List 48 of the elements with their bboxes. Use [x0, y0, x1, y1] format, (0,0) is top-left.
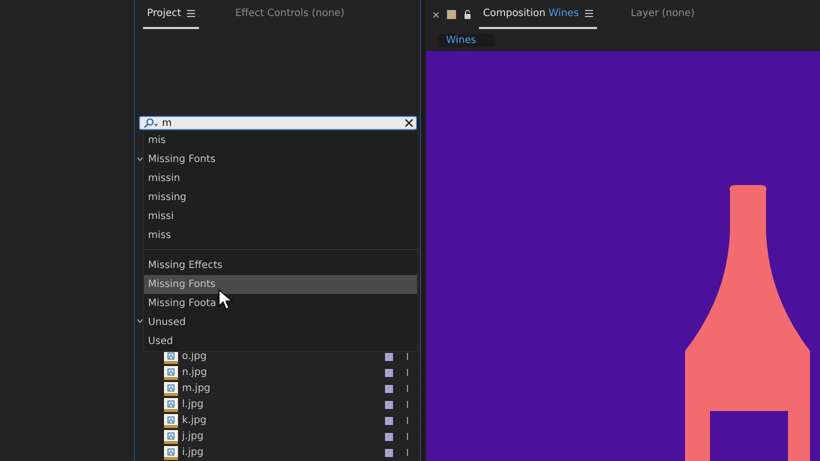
- label-swatch[interactable]: [385, 448, 393, 456]
- menu-item[interactable]: Missing Effects: [144, 256, 417, 275]
- search-icon[interactable]: [143, 118, 158, 128]
- breadcrumb-tab[interactable]: Wines: [438, 34, 494, 46]
- menu-item[interactable]: Missing Fonts: [144, 150, 417, 169]
- menu-icon[interactable]: [187, 10, 196, 17]
- file-name[interactable]: m.jpg: [182, 383, 385, 394]
- menu-item[interactable]: Unused: [144, 313, 417, 332]
- file-name[interactable]: n.jpg: [182, 367, 385, 378]
- menu-item[interactable]: Missing Foota: [144, 294, 417, 313]
- file-name[interactable]: i.jpg: [182, 447, 385, 458]
- file-name[interactable]: l.jpg: [182, 399, 385, 410]
- image-file-icon: [164, 430, 178, 444]
- close-icon[interactable]: [433, 12, 439, 18]
- panel-tab[interactable]: Layer (none): [626, 0, 699, 29]
- label-swatch[interactable]: [385, 368, 393, 376]
- lock-icon[interactable]: [464, 10, 471, 19]
- mouse-cursor-icon: [218, 289, 234, 311]
- image-file-icon: [164, 398, 178, 412]
- file-name[interactable]: o.jpg: [182, 351, 385, 362]
- menu-icon[interactable]: [584, 10, 593, 17]
- label-swatch[interactable]: [385, 352, 393, 360]
- image-file-icon: [164, 366, 178, 380]
- image-file-icon: [164, 446, 178, 460]
- chevron-down-icon[interactable]: [137, 157, 143, 161]
- menu-item[interactable]: miss: [144, 226, 417, 245]
- file-name[interactable]: k.jpg: [182, 415, 385, 426]
- image-file-icon: [164, 382, 178, 396]
- menu-item[interactable]: Missing Fonts: [144, 275, 417, 294]
- label-swatch[interactable]: [385, 400, 393, 408]
- image-file-icon: [164, 414, 178, 428]
- panel-tab[interactable]: Effect Controls (none): [231, 0, 348, 29]
- menu-item[interactable]: missing: [144, 188, 417, 207]
- menu-item[interactable]: missin: [144, 169, 417, 188]
- chevron-down-icon[interactable]: [137, 319, 143, 323]
- label-swatch[interactable]: [385, 384, 393, 392]
- menu-item[interactable]: Used: [144, 332, 417, 351]
- close-icon[interactable]: [405, 119, 413, 127]
- panel-tab[interactable]: Composition Wines: [479, 0, 597, 29]
- file-name[interactable]: j.jpg: [182, 431, 385, 442]
- search-field[interactable]: m: [139, 116, 417, 130]
- menu-item[interactable]: mis: [144, 131, 417, 150]
- search-input[interactable]: m: [162, 118, 401, 128]
- panel-tab[interactable]: Project: [143, 0, 200, 29]
- menu-item[interactable]: missi: [144, 207, 417, 226]
- color-swatch-icon: [447, 10, 456, 19]
- label-swatch[interactable]: [385, 432, 393, 440]
- label-swatch[interactable]: [385, 416, 393, 424]
